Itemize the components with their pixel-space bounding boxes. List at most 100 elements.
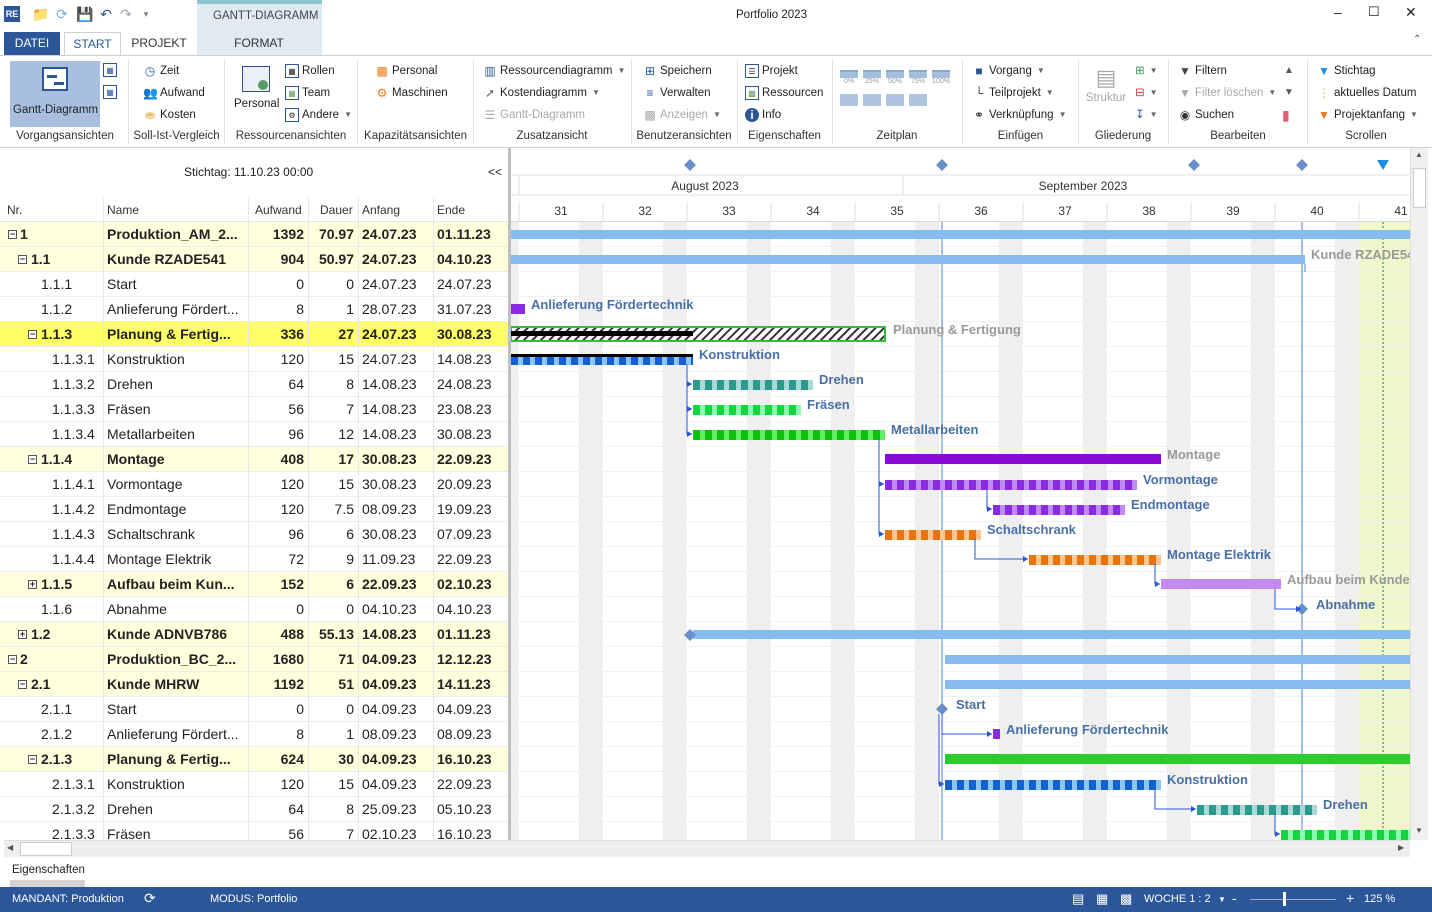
expand-icon[interactable]: + [18,630,27,639]
close-button[interactable]: ✕ [1405,4,1417,21]
zoom-level[interactable]: 125 % [1364,893,1395,905]
task-bar-segment[interactable] [1317,830,1324,840]
properties-tab[interactable]: Eigenschaften [12,864,85,876]
task-bar-segment[interactable] [765,380,772,390]
task-bar-segment[interactable] [705,380,712,390]
view-split-icon[interactable]: ▦ [1096,891,1108,907]
scroll-right-icon[interactable]: ▶ [1398,843,1404,852]
customize-toolbar-icon[interactable]: ▾ [138,6,154,22]
task-bar-segment[interactable] [981,480,988,490]
task-bar-segment[interactable] [945,480,952,490]
col-nr[interactable]: Nr. [7,203,22,217]
filtern-button[interactable]: ▼ Filtern [1178,62,1227,80]
table-row[interactable]: 1.1.6 Abnahme 0 0 04.10.23 04.10.23 [0,597,508,622]
task-bar-segment[interactable] [1257,805,1264,815]
task-bar-segment[interactable] [1077,505,1084,515]
tab-format[interactable]: FORMAT [220,32,298,55]
refresh-icon[interactable]: ⟳ [54,6,70,22]
task-bar-segment[interactable] [837,430,844,440]
vertical-scroll-thumb[interactable] [1413,168,1426,208]
task-bar-segment[interactable] [765,405,772,415]
col-name[interactable]: Name [107,203,139,217]
task-bar-segment[interactable] [693,430,700,440]
task-bar-segment[interactable] [1113,480,1120,490]
tab-projekt[interactable]: PROJEKT [126,32,192,55]
zusatz-gantt-button[interactable]: ☰ Gantt-Diagramm [483,106,585,124]
task-bar-segment[interactable] [777,405,784,415]
task-bar-segment[interactable] [1269,805,1276,815]
task-bar-segment[interactable] [1017,505,1024,515]
table-row[interactable]: 2.1.1 Start 0 0 04.09.23 04.09.23 [0,697,508,722]
filter-loeschen-dropdown[interactable]: ▼ Filter löschen ▼ [1178,84,1276,102]
task-bar-segment[interactable] [1041,555,1048,565]
task-bar-segment[interactable] [945,780,952,790]
schedule-tool-button[interactable] [863,94,881,106]
task-bar-segment[interactable] [1065,780,1072,790]
task-bar-segment[interactable] [1305,830,1312,840]
critical-path-bar[interactable] [511,331,693,336]
task-bar-segment[interactable] [1053,780,1060,790]
open-folder-icon[interactable]: 📁 [32,6,49,22]
task-bar-segment[interactable] [1113,505,1120,515]
task-bar[interactable] [1161,579,1281,589]
task-bar-segment[interactable] [1281,805,1288,815]
task-bar-segment[interactable] [1149,555,1156,565]
task-bar-segment[interactable] [933,480,940,490]
task-bar-segment[interactable] [1125,780,1132,790]
task-bar-segment[interactable] [1293,805,1300,815]
task-bar-segment[interactable] [789,405,796,415]
bar-label[interactable]: Endmontage [1131,497,1210,512]
sync-icon[interactable]: ⟳ [144,890,156,907]
task-bar-segment[interactable] [1089,505,1096,515]
bar-label[interactable]: Abnahme [1316,597,1375,612]
table-row[interactable]: 2.1.2 Anlieferung Fördert... 8 1 08.09.23 08.… [0,722,508,747]
collapse-icon[interactable]: − [8,655,17,664]
ressourcendiagramm-dropdown[interactable]: ▥ Ressourcendiagramm ▼ [483,62,625,80]
task-bar[interactable] [945,754,1410,764]
ressourcen-properties-button[interactable]: ▩ Ressourcen [745,84,823,102]
collapse-table-button[interactable]: << [488,165,502,179]
rollen-button[interactable]: ▦ Rollen [285,62,335,80]
network-view-icon[interactable]: ▦ [103,63,117,77]
bar-label[interactable]: Start [956,697,986,712]
task-bar-segment[interactable] [1005,480,1012,490]
collapse-icon[interactable]: − [28,455,37,464]
task-bar-segment[interactable] [873,430,880,440]
task-bar-segment[interactable] [909,480,916,490]
bar-label[interactable]: Fräsen [807,397,850,412]
task-bar-segment[interactable] [1065,505,1072,515]
task-bar-segment[interactable] [957,530,964,540]
collapse-icon[interactable]: − [8,230,17,239]
task-bar-segment[interactable] [957,480,964,490]
bar-label[interactable]: Aufbau beim Kunden [1287,572,1410,587]
team-button[interactable]: ▦ Team [285,84,330,102]
verwalten-button[interactable]: ≡ Verwalten [643,84,710,102]
task-bar-segment[interactable] [717,405,724,415]
task-bar-segment[interactable] [1053,505,1060,515]
info-button[interactable]: i Info [745,106,781,124]
task-bar-segment[interactable] [1005,505,1012,515]
task-bar-segment[interactable] [765,430,772,440]
maschinen-button[interactable]: ⚙ Maschinen [375,84,448,102]
task-bar-segment[interactable] [1137,780,1144,790]
task-bar-segment[interactable] [1377,830,1384,840]
progress-50-button[interactable]: 50% [886,70,904,85]
task-bar-segment[interactable] [1341,830,1348,840]
task-bar-segment[interactable] [1017,780,1024,790]
properties-panel-handle[interactable] [10,880,85,887]
task-bar-segment[interactable] [777,380,784,390]
horizontal-scroll-thumb[interactable] [20,842,72,856]
scale-dropdown[interactable]: WOCHE 1 : 2 [1144,893,1211,905]
zoom-slider-thumb[interactable] [1283,892,1286,906]
table-row[interactable]: 2.1.3.2 Drehen 64 8 25.09.23 05.10.23 [0,797,508,822]
struktur-button[interactable]: ▤ Struktur [1084,64,1128,124]
task-bar-segment[interactable] [1125,555,1132,565]
task-bar-segment[interactable] [1101,780,1108,790]
personal-view-button[interactable]: Personal [230,64,282,120]
table-row[interactable]: 1.1.3.3 Fräsen 56 7 14.08.23 23.08.23 [0,397,508,422]
task-bar-segment[interactable] [993,480,1000,490]
bar-label[interactable]: Vormontage [1143,472,1218,487]
bar-label[interactable]: Metallarbeiten [891,422,978,437]
task-bar[interactable] [993,729,1000,739]
maximize-button[interactable]: ☐ [1368,4,1380,20]
